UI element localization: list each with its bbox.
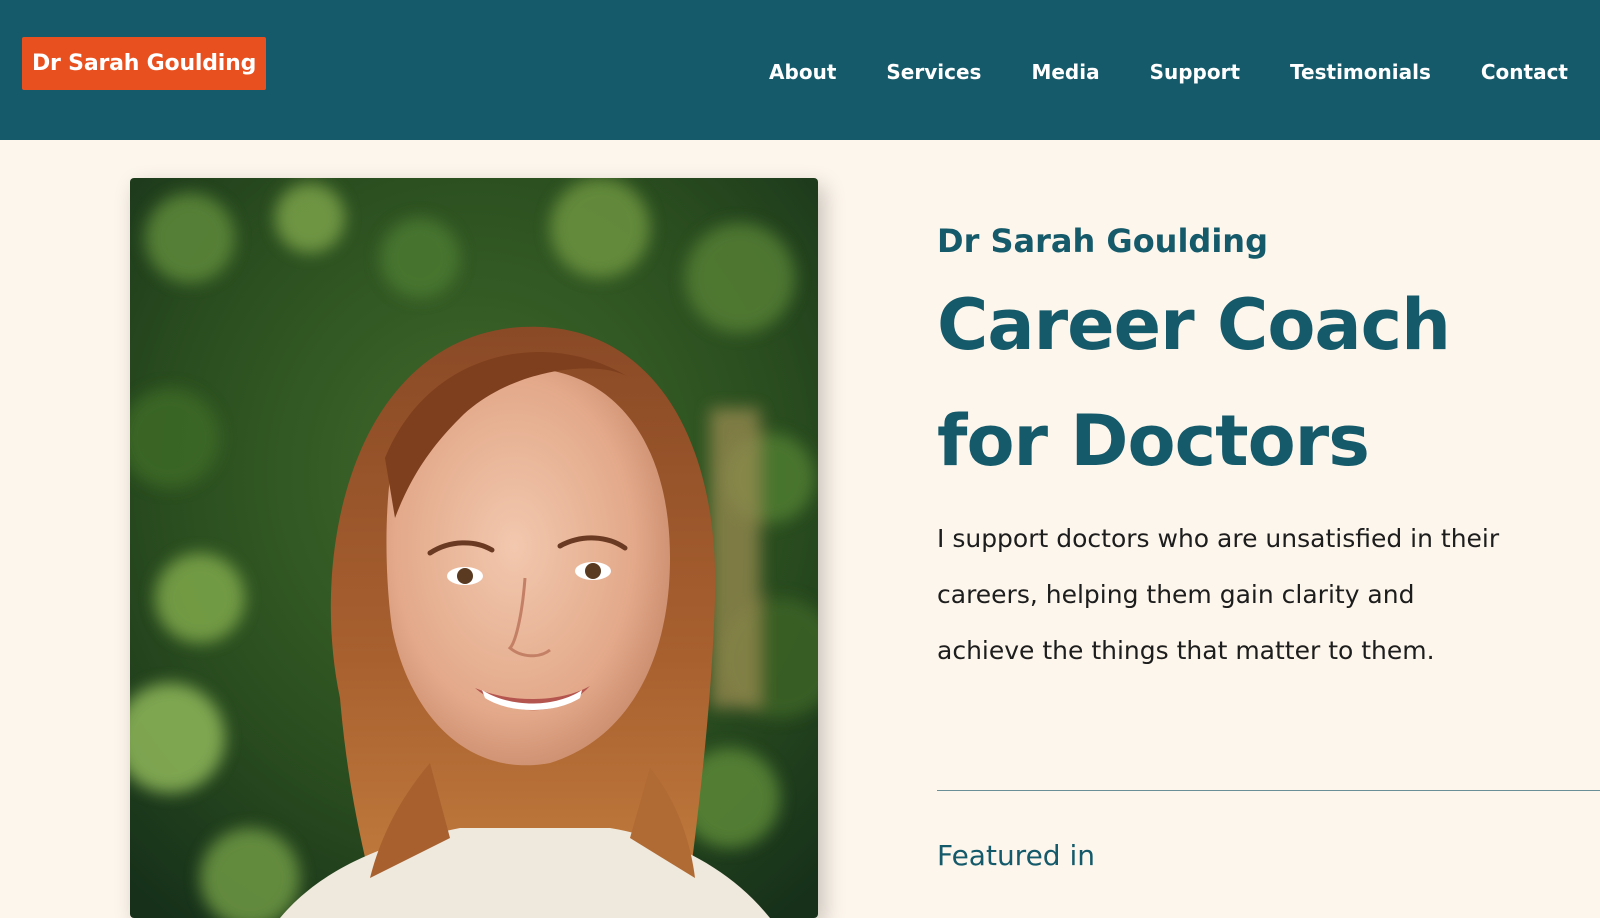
- featured-in-heading: Featured in: [937, 839, 1096, 872]
- nav-services[interactable]: Services: [886, 57, 981, 87]
- nav-about[interactable]: About: [769, 57, 836, 87]
- main-nav: About Services Media Support Testimonial…: [769, 57, 1568, 87]
- nav-contact[interactable]: Contact: [1481, 57, 1568, 87]
- portrait-photo: [130, 178, 818, 918]
- nav-support[interactable]: Support: [1150, 57, 1240, 87]
- hero-title-line-1: Career Coach: [937, 284, 1451, 366]
- hero-title-line-2: for Doctors: [937, 400, 1370, 482]
- hero-description: I support doctors who are unsatisfied in…: [937, 524, 1500, 665]
- site-logo[interactable]: Dr Sarah Goulding: [22, 37, 267, 90]
- section-divider: [937, 790, 1600, 791]
- hero-subtitle: Dr Sarah Goulding: [937, 222, 1268, 260]
- hero-section: Dr Sarah Goulding Career Coach for Docto…: [937, 215, 1587, 679]
- nav-media[interactable]: Media: [1031, 57, 1099, 87]
- site-header: Dr Sarah Goulding About Services Media S…: [0, 0, 1600, 140]
- nav-testimonials[interactable]: Testimonials: [1290, 57, 1431, 87]
- hero-title: Career Coach for Doctors: [937, 267, 1587, 499]
